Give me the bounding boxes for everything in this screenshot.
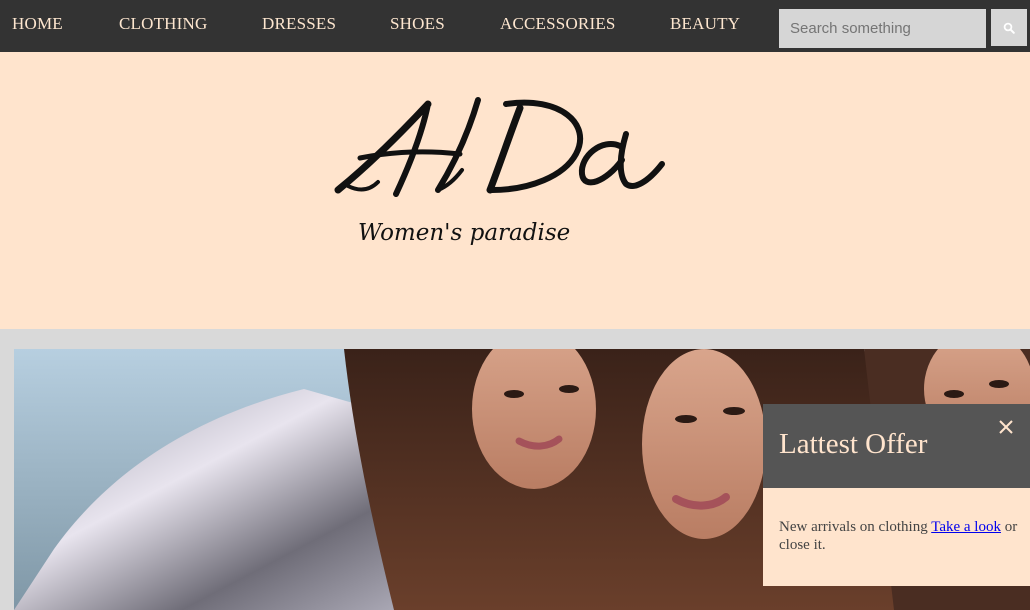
offer-title: Lattest Offer bbox=[779, 428, 928, 460]
close-icon[interactable] bbox=[996, 417, 1016, 437]
offer-body: New arrivals on clothing Take a look or … bbox=[763, 488, 1030, 586]
search-input[interactable] bbox=[779, 9, 986, 48]
site-header: Women's paradise bbox=[0, 52, 1030, 329]
nav-beauty[interactable]: BEAUTY bbox=[670, 14, 740, 34]
search-icon bbox=[1003, 22, 1015, 34]
site-logo[interactable]: Women's paradise bbox=[330, 94, 680, 259]
nav-dresses[interactable]: DRESSES bbox=[262, 14, 336, 34]
logo-tagline: Women's paradise bbox=[358, 220, 570, 246]
nav-shoes[interactable]: SHOES bbox=[390, 14, 445, 34]
nav-clothing[interactable]: CLOTHING bbox=[119, 14, 207, 34]
top-nav-bar: HOME CLOTHING DRESSES SHOES ACCESSORIES … bbox=[0, 0, 1030, 52]
offer-popup: Lattest Offer New arrivals on clothing T… bbox=[763, 404, 1030, 586]
offer-text-before: New arrivals on clothing bbox=[779, 519, 932, 535]
nav-accessories[interactable]: ACCESSORIES bbox=[500, 14, 616, 34]
nav-home[interactable]: HOME bbox=[12, 14, 63, 34]
offer-message: New arrivals on clothing Take a look or … bbox=[779, 518, 1024, 554]
take-a-look-link[interactable]: Take a look bbox=[931, 519, 1001, 535]
search-button[interactable] bbox=[991, 9, 1027, 46]
offer-header: Lattest Offer bbox=[763, 404, 1030, 488]
